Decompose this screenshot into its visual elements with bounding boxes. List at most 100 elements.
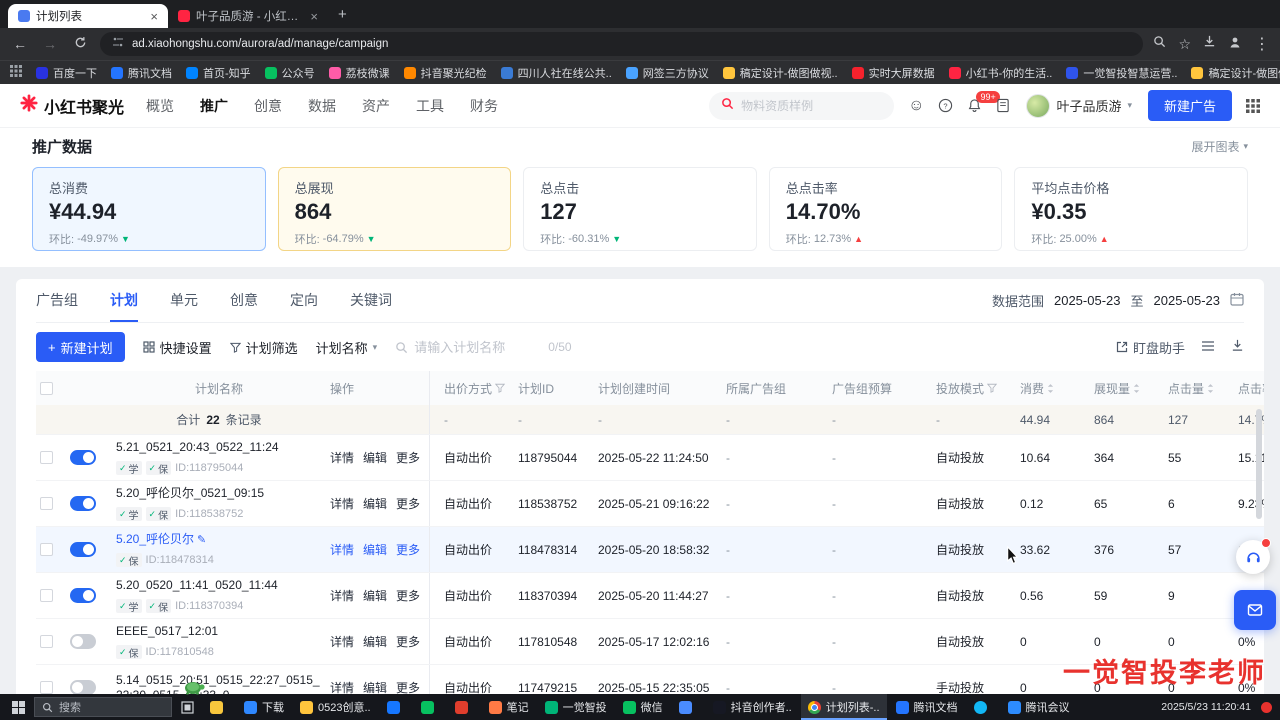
taskbar-app-blue[interactable] — [380, 694, 412, 720]
refresh-button[interactable] — [70, 36, 90, 52]
column-impressions[interactable]: 展现量 — [1094, 380, 1168, 397]
tab-close-icon[interactable]: × — [150, 9, 158, 24]
action-detail[interactable]: 详情 — [330, 495, 354, 512]
tab-ad-group[interactable]: 广告组 — [36, 279, 78, 322]
plan-status-toggle[interactable] — [70, 496, 96, 511]
row-checkbox[interactable] — [40, 635, 53, 648]
taskbar-search[interactable]: 搜索 — [34, 697, 172, 717]
taskbar-app-tencent-docs[interactable]: 腾讯文档 — [889, 694, 965, 720]
plan-name[interactable]: 5.14_0515_20:51_0515_22:27_0515_22:30_05… — [116, 673, 322, 695]
stat-card-impressions[interactable]: 总展现 864 环比:-64.79% — [278, 167, 512, 251]
date-start[interactable]: 2025-05-23 — [1054, 293, 1121, 308]
app-grid-icon[interactable] — [1246, 99, 1260, 113]
quick-settings-button[interactable]: 快捷设置 — [143, 338, 212, 357]
tab-creative[interactable]: 创意 — [230, 279, 258, 322]
edit-pencil-icon[interactable]: ✎ — [197, 534, 206, 546]
bookmark-item[interactable]: 一觉智投智慧运营.. — [1066, 65, 1177, 81]
action-detail[interactable]: 详情 — [330, 449, 354, 466]
plan-name[interactable]: 5.21_0521_20:43_0522_11:24 — [116, 440, 279, 455]
taskbar-app-chrome-plans[interactable]: 计划列表-.. — [801, 694, 887, 720]
new-ad-button[interactable]: 新建广告 — [1148, 90, 1232, 121]
tab-keywords[interactable]: 关键词 — [350, 279, 392, 322]
taskbar-app-douyin-creator[interactable]: 抖音创作者.. — [706, 694, 799, 720]
site-info-icon[interactable] — [112, 35, 124, 53]
plan-status-toggle[interactable] — [70, 450, 96, 465]
taskbar-app-green[interactable] — [414, 694, 446, 720]
action-detail[interactable]: 详情 — [330, 679, 354, 694]
export-download-icon[interactable] — [1231, 339, 1244, 355]
help-icon[interactable]: ? — [938, 98, 953, 113]
date-end[interactable]: 2025-05-23 — [1154, 293, 1221, 308]
browser-tab-search[interactable]: 叶子品质游 - 小红书搜索 × — [168, 4, 328, 28]
column-bid-type[interactable]: 出价方式 — [430, 380, 518, 397]
taskbar-app-wechat[interactable]: 微信 — [616, 694, 670, 720]
table-scrollbar[interactable] — [1256, 409, 1262, 519]
plan-status-toggle[interactable] — [70, 542, 96, 557]
plan-name[interactable]: 5.20_0520_11:41_0520_11:44 — [116, 578, 278, 593]
action-detail[interactable]: 详情 — [330, 587, 354, 604]
plan-status-toggle[interactable] — [70, 588, 96, 603]
back-button[interactable]: ← — [10, 36, 30, 52]
plan-name[interactable]: 5.20_呼伦贝尔_0521_09:15 — [116, 486, 264, 501]
action-detail[interactable]: 详情 — [330, 541, 354, 558]
bookmark-item[interactable]: 荔枝微课 — [329, 65, 390, 81]
stat-card-ctr[interactable]: 总点击率 14.70% 环比:12.73% — [769, 167, 1003, 251]
bookmark-item[interactable]: 稿定设计-做图做视.. — [1191, 65, 1280, 81]
tab-plan[interactable]: 计划 — [110, 279, 138, 322]
message-center-button[interactable] — [1234, 590, 1276, 630]
action-more[interactable]: 更多 — [396, 679, 420, 694]
nav-finance[interactable]: 财务 — [470, 96, 498, 116]
new-plan-button[interactable]: +新建计划 — [36, 332, 125, 362]
header-search[interactable] — [709, 92, 894, 120]
address-bar[interactable] — [100, 32, 1143, 56]
bookmark-item[interactable]: 抖音聚光纪检 — [404, 65, 487, 81]
plan-name[interactable]: 5.20_呼伦贝尔✎ — [116, 532, 206, 548]
nav-creative[interactable]: 创意 — [254, 96, 282, 116]
taskbar-app-notes[interactable]: 笔记 — [482, 694, 536, 720]
download-icon[interactable] — [1203, 35, 1216, 53]
plan-search-input[interactable] — [414, 340, 542, 355]
bookmark-star-icon[interactable]: ☆ — [1178, 36, 1191, 53]
taskbar-app-explorer[interactable] — [203, 694, 235, 720]
taskbar-app-creative-folder[interactable]: 0523创意.. — [293, 694, 378, 720]
browser-menu-icon[interactable]: ⋮ — [1254, 34, 1270, 54]
bookmark-item[interactable]: 百度一下 — [36, 65, 97, 81]
nav-assets[interactable]: 资产 — [362, 96, 390, 116]
nav-data[interactable]: 数据 — [308, 96, 336, 116]
action-edit[interactable]: 编辑 — [363, 587, 387, 604]
taskbar-app-wecom[interactable] — [672, 694, 704, 720]
bookmark-item[interactable]: 四川人社在线公共.. — [501, 65, 612, 81]
stat-card-clicks[interactable]: 总点击 127 环比:-60.31% — [523, 167, 757, 251]
row-checkbox[interactable] — [40, 451, 53, 464]
action-edit[interactable]: 编辑 — [363, 679, 387, 694]
nav-promotion[interactable]: 推广 — [200, 96, 228, 116]
nav-overview[interactable]: 概览 — [146, 96, 174, 116]
column-clicks[interactable]: 点击量 — [1168, 380, 1238, 397]
taskbar-app-downloads[interactable]: 下载 — [237, 694, 291, 720]
profile-icon[interactable] — [1228, 35, 1242, 54]
browser-tab-plans[interactable]: 计划列表 × — [8, 4, 168, 28]
column-ctr[interactable]: 点击率 — [1238, 380, 1264, 397]
select-all-checkbox[interactable] — [40, 382, 53, 395]
action-edit[interactable]: 编辑 — [363, 449, 387, 466]
column-settings-icon[interactable] — [1201, 340, 1215, 355]
taskbar-app-qq[interactable] — [967, 694, 999, 720]
stat-card-avg-cpc[interactable]: 平均点击价格 ¥0.35 环比:25.00% — [1014, 167, 1248, 251]
tab-close-icon[interactable]: × — [310, 9, 318, 24]
stat-card-total-spend[interactable]: 总消费 ¥44.94 环比:-49.97% — [32, 167, 266, 251]
row-checkbox[interactable] — [40, 497, 53, 510]
action-edit[interactable]: 编辑 — [363, 633, 387, 650]
tab-targeting[interactable]: 定向 — [290, 279, 318, 322]
column-spend[interactable]: 消费 — [1020, 380, 1094, 397]
taskbar-clock[interactable]: 2025/5/23 11:20:41 — [1161, 701, 1259, 713]
url-input[interactable] — [132, 38, 1131, 50]
zoom-search-icon[interactable] — [1153, 35, 1166, 53]
smiley-icon[interactable]: ☺ — [908, 97, 924, 115]
account-menu[interactable]: 叶子品质游 ▾ — [1026, 94, 1132, 118]
new-tab-button[interactable]: + — [338, 6, 347, 23]
bookmark-item[interactable]: 网签三方协议 — [626, 65, 709, 81]
taskbar-app-tencent-meeting[interactable]: 腾讯会议 — [1001, 694, 1077, 720]
action-detail[interactable]: 详情 — [330, 633, 354, 650]
plan-search[interactable]: 0/50 — [395, 340, 571, 355]
plan-filter-button[interactable]: 计划筛选 — [230, 338, 298, 357]
